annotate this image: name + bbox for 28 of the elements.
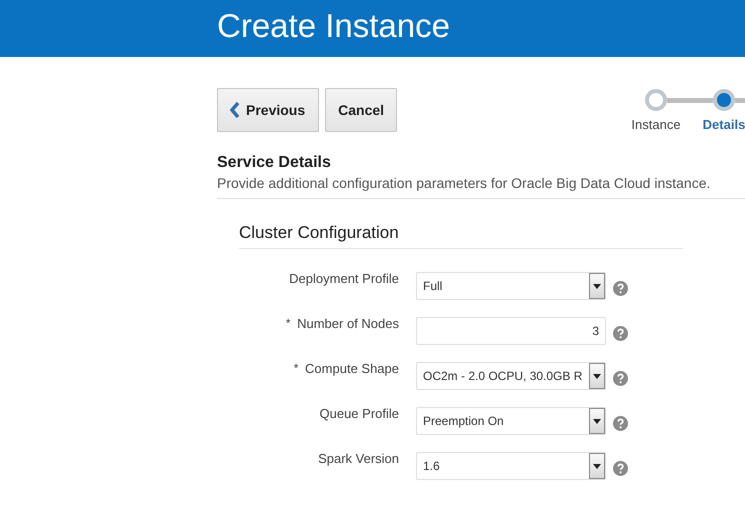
required-mark: * <box>294 361 298 375</box>
required-mark: * <box>286 316 290 330</box>
section-title: Service Details <box>217 154 332 172</box>
help-icon[interactable] <box>613 371 628 386</box>
page-title: Create Instance <box>217 6 450 46</box>
dropdown-field[interactable]: Full <box>416 272 606 300</box>
field-label: Spark Version <box>318 451 399 466</box>
dropdown-field[interactable]: OC2m - 2.0 OCPU, 30.0GB R <box>416 362 606 390</box>
help-icon[interactable] <box>613 281 628 296</box>
cancel-button[interactable]: Cancel <box>325 88 398 132</box>
dropdown-field[interactable]: Preemption On <box>416 407 606 435</box>
help-icon[interactable] <box>613 326 628 341</box>
step-label[interactable]: Instance <box>622 117 690 132</box>
step-label[interactable]: Details <box>690 117 745 132</box>
field-label: Number of Nodes <box>297 316 399 331</box>
previous-button[interactable]: Previous <box>217 88 320 132</box>
step-connector <box>667 98 713 102</box>
help-icon[interactable] <box>613 416 628 431</box>
field-label: Compute Shape <box>305 361 399 376</box>
help-icon[interactable] <box>613 461 628 476</box>
field-label: Deployment Profile <box>289 271 399 286</box>
section-description: Provide additional configuration parameters for Oracle Big Data Cloud instance. <box>217 175 712 191</box>
dropdown-field[interactable]: 1.6 <box>416 452 606 480</box>
step-indicator[interactable] <box>713 89 735 111</box>
group-title: Cluster Configuration <box>239 223 683 249</box>
field-label: Queue Profile <box>320 406 399 421</box>
number-field[interactable]: 3 <box>416 317 606 345</box>
chevron-left-icon <box>229 101 240 119</box>
